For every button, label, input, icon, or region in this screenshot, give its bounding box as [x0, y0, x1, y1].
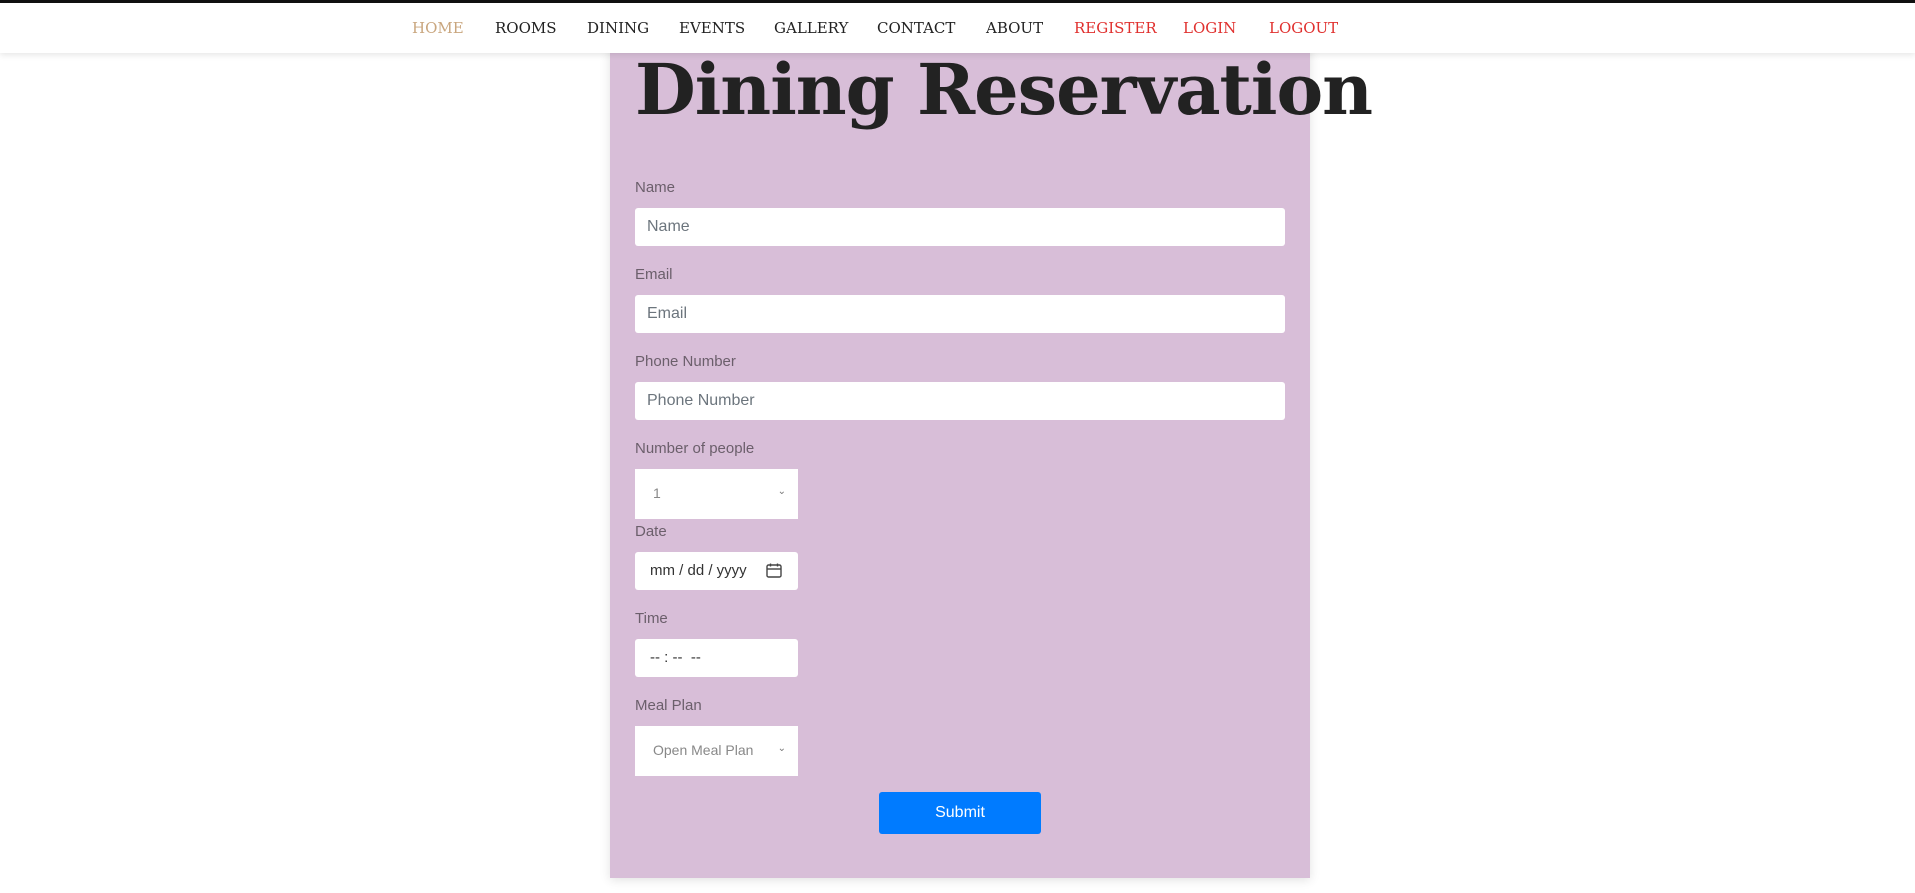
calendar-icon[interactable]: [766, 563, 782, 578]
people-select[interactable]: 1 ⌄: [635, 469, 798, 519]
phone-input[interactable]: [635, 382, 1285, 420]
email-label: Email: [635, 266, 673, 283]
nav-dining-link[interactable]: DINING: [587, 19, 649, 37]
time-input-value: -- : -- --: [650, 649, 701, 666]
page-title: Dining Reservation: [635, 48, 1373, 131]
nav-home-link[interactable]: HOME: [412, 19, 464, 37]
nav-contact-link[interactable]: CONTACT: [877, 19, 955, 37]
time-label: Time: [635, 610, 668, 627]
nav-events-link[interactable]: EVENTS: [679, 19, 745, 37]
people-select-value: 1: [653, 485, 661, 501]
nav-register-link[interactable]: REGISTER: [1074, 19, 1157, 37]
meal-plan-select-value: Open Meal Plan: [653, 742, 754, 758]
time-input[interactable]: -- : -- --: [635, 639, 798, 677]
navbar: HOME ROOMS DINING EVENTS GALLERY CONTACT…: [0, 3, 1915, 53]
nav-rooms-link[interactable]: ROOMS: [495, 19, 557, 37]
name-label: Name: [635, 179, 676, 196]
nav-logout-link[interactable]: LOGOUT: [1269, 19, 1338, 37]
submit-button[interactable]: Submit: [879, 792, 1041, 834]
nav-gallery-link[interactable]: GALLERY: [774, 19, 848, 37]
date-input-value: mm / dd / yyyy: [650, 562, 747, 579]
nav-login-link[interactable]: LOGIN: [1183, 19, 1236, 37]
meal-plan-label: Meal Plan: [635, 697, 702, 714]
meal-plan-select[interactable]: Open Meal Plan ⌄: [635, 726, 798, 776]
people-label: Number of people: [635, 440, 755, 457]
date-label: Date: [635, 523, 667, 540]
phone-label: Phone Number: [635, 353, 736, 370]
email-input[interactable]: [635, 295, 1285, 333]
chevron-down-icon: ⌄: [777, 486, 786, 497]
nav-about-link[interactable]: ABOUT: [986, 19, 1043, 37]
date-input[interactable]: mm / dd / yyyy: [635, 552, 798, 590]
name-input[interactable]: [635, 208, 1285, 246]
chevron-down-icon: ⌄: [777, 743, 786, 754]
